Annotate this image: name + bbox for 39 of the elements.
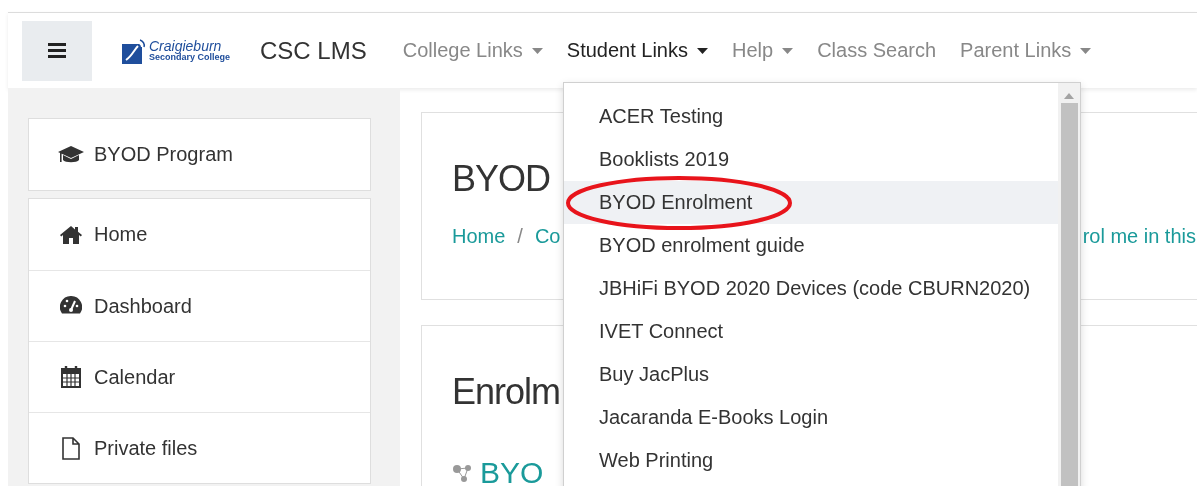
gauge-icon	[60, 296, 82, 316]
logo[interactable]: Craigieburn Secondary College	[122, 37, 231, 64]
sidebar-item[interactable]: Home	[29, 199, 370, 270]
menu-item[interactable]: Buy JacPlus	[564, 353, 1058, 396]
nav-link[interactable]: Student Links	[554, 39, 720, 62]
menu-icon	[48, 43, 66, 58]
sidebar-item[interactable]: Calendar	[29, 341, 370, 412]
nav-link[interactable]: Parent Links	[948, 39, 1104, 62]
menu-item[interactable]: BYOD Enrolment	[564, 181, 1058, 224]
nav-link[interactable]: Class Search	[805, 39, 949, 62]
menu-item[interactable]: Web Printing	[564, 439, 1058, 482]
file-icon	[62, 436, 80, 460]
menu-button[interactable]	[22, 20, 92, 81]
site-name[interactable]: CSC LMS	[260, 36, 367, 65]
scroll-up-icon	[1064, 93, 1074, 99]
network-icon	[452, 463, 474, 483]
page-title: BYOD	[452, 157, 551, 201]
logo-name: Craigieburn	[149, 39, 222, 53]
sidebar-item[interactable]: Private files	[29, 412, 370, 483]
breadcrumb-link[interactable]: Co	[534, 225, 561, 248]
menu-item[interactable]: IVET Connect	[564, 310, 1058, 353]
nav-link[interactable]: College Links	[390, 39, 555, 62]
home-icon	[60, 225, 82, 244]
scrollbar[interactable]	[1058, 83, 1080, 486]
section-title: Enrolm	[452, 370, 561, 414]
sidebar-item[interactable]: BYOD Program	[29, 119, 370, 190]
scrollbar-thumb[interactable]	[1060, 103, 1078, 486]
calendar-icon	[61, 366, 81, 388]
nav-link[interactable]: Help	[720, 39, 806, 62]
logo-emblem-icon	[122, 37, 146, 64]
menu-item[interactable]: Booklists 2019	[564, 138, 1058, 181]
menu-item[interactable]: JBHiFi BYOD 2020 Devices (code CBURN2020)	[564, 267, 1058, 310]
menu-item[interactable]: BYOD enrolment guide	[564, 224, 1058, 267]
unenrol-link[interactable]: rol me in this	[1082, 225, 1196, 248]
logo-subtitle: Secondary College	[149, 53, 231, 62]
sidebar-item[interactable]: Dashboard	[29, 270, 370, 341]
menu-item[interactable]: Jacaranda E-Books Login	[564, 396, 1058, 439]
menu-item[interactable]: ACER Testing	[564, 95, 1058, 138]
breadcrumb-separator: /	[517, 225, 523, 248]
